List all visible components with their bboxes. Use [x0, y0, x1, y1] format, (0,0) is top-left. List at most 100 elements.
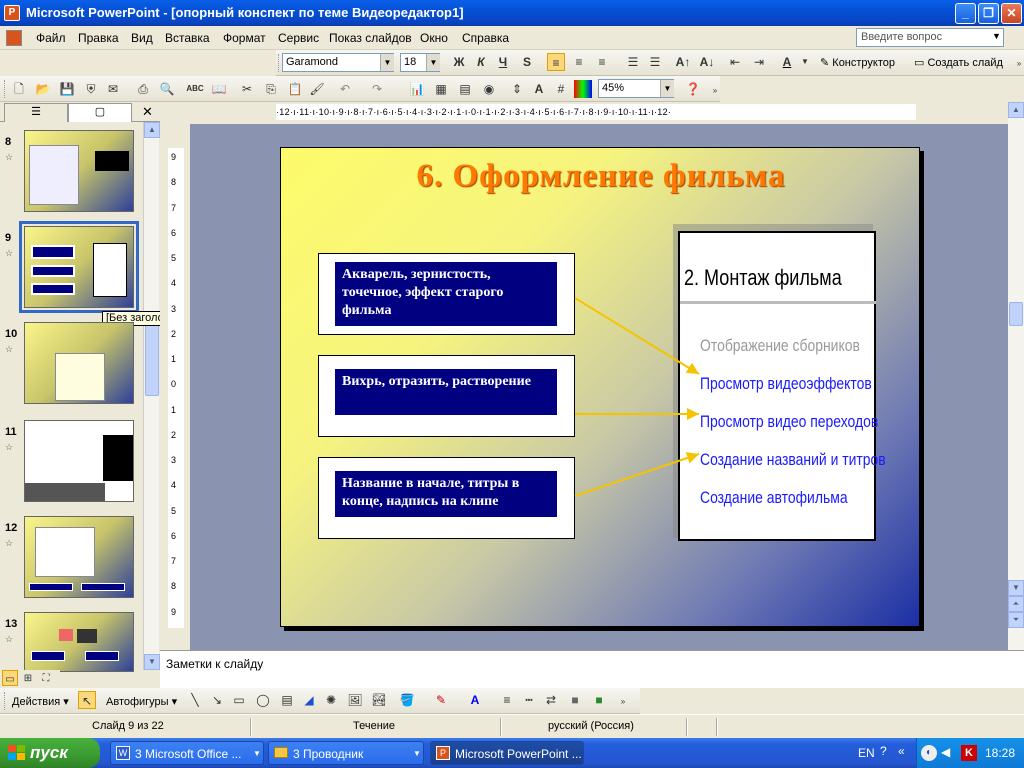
print-preview-icon[interactable]: 🔍: [158, 80, 176, 98]
tables-borders-icon[interactable]: ▤: [456, 80, 474, 98]
ask-dropdown-icon[interactable]: ▼: [992, 31, 1001, 41]
italic-button[interactable]: К: [472, 53, 490, 71]
menu-insert[interactable]: Вставка: [165, 31, 210, 45]
slide-canvas[interactable]: 6. Оформление фильма Акварель, зернистос…: [280, 147, 920, 627]
increase-font-icon[interactable]: A↑: [674, 53, 692, 71]
picture-icon[interactable]: 🏞: [370, 691, 388, 709]
powerpoint-app-icon[interactable]: P: [4, 5, 20, 21]
slide-thumbnail[interactable]: [24, 516, 134, 598]
help-tray-icon[interactable]: ?: [880, 744, 894, 760]
align-right-icon[interactable]: ≡: [593, 53, 611, 71]
taskbar-powerpoint[interactable]: P Microsoft PowerPoint ...: [430, 741, 584, 765]
menu-view[interactable]: Вид: [131, 31, 153, 45]
slideshow-icon[interactable]: ⛶: [38, 670, 54, 686]
dash-style-icon[interactable]: ┅: [520, 691, 538, 709]
new-slide-button[interactable]: ▭ Создать слайд: [914, 56, 1003, 69]
toolbar-grip[interactable]: [4, 80, 7, 98]
bold-button[interactable]: Ж: [450, 53, 468, 71]
save-icon[interactable]: 💾: [58, 80, 76, 98]
select-pointer-icon[interactable]: ↖: [78, 691, 96, 709]
menu-window[interactable]: Окно: [420, 31, 448, 45]
ask-question-input[interactable]: Введите вопрос: [856, 28, 1004, 47]
align-center-icon[interactable]: ≡: [570, 53, 588, 71]
menu-tools[interactable]: Сервис: [278, 31, 319, 45]
research-icon[interactable]: 📖: [210, 80, 228, 98]
next-slide-icon[interactable]: ⏷: [1008, 612, 1024, 628]
3d-style-icon[interactable]: ■: [590, 691, 608, 709]
oval-icon[interactable]: ◯: [254, 691, 272, 709]
increase-indent-icon[interactable]: ⇥: [750, 53, 768, 71]
help-icon[interactable]: ❓: [684, 80, 702, 98]
font-dropdown-icon[interactable]: ▼: [380, 54, 394, 71]
undo-icon[interactable]: ↶: [336, 80, 354, 98]
bullets-icon[interactable]: ☰: [646, 53, 664, 71]
toolbar-grip[interactable]: [4, 692, 7, 710]
shadow-style-icon[interactable]: ■: [566, 691, 584, 709]
menu-edit[interactable]: Правка: [78, 31, 119, 45]
slide-thumbnail-selected[interactable]: [19, 221, 139, 313]
align-left-icon[interactable]: ≡: [547, 53, 565, 71]
format-painter-icon[interactable]: 🖌: [308, 80, 326, 98]
font-color-icon[interactable]: A: [466, 691, 484, 709]
insert-diagram-icon[interactable]: ◉: [480, 80, 498, 98]
font-name-select[interactable]: Garamond: [282, 53, 394, 72]
decrease-indent-icon[interactable]: ⇤: [726, 53, 744, 71]
menu-help[interactable]: Справка: [462, 31, 509, 45]
actions-menu[interactable]: Действия ▾: [12, 695, 69, 708]
toolbar-grip[interactable]: [278, 54, 281, 72]
expand-tray-icon[interactable]: «: [898, 744, 912, 760]
tab-slides[interactable]: ▢: [68, 103, 132, 122]
toolbar-options-icon[interactable]: »: [614, 693, 632, 711]
underline-button[interactable]: Ч: [494, 53, 512, 71]
menu-slideshow[interactable]: Показ слайдов: [329, 31, 412, 45]
insert-table-icon[interactable]: ▦: [432, 80, 450, 98]
textbox-icon[interactable]: ▤: [278, 691, 296, 709]
document-icon[interactable]: [6, 30, 22, 46]
network-icon[interactable]: ◐: [921, 745, 937, 761]
scroll-up-icon[interactable]: ▲: [1008, 102, 1024, 118]
menu-file[interactable]: Файл: [36, 31, 66, 45]
line-icon[interactable]: ╲: [186, 691, 204, 709]
decrease-font-icon[interactable]: A↓: [698, 53, 716, 71]
close-pane-icon[interactable]: ✕: [142, 104, 153, 120]
minimize-button[interactable]: _: [955, 3, 976, 24]
designer-button[interactable]: ✎ Конструктор: [820, 56, 895, 69]
rectangle-icon[interactable]: ▭: [230, 691, 248, 709]
spelling-icon[interactable]: ABC: [186, 80, 204, 98]
scroll-thumb[interactable]: [1009, 302, 1023, 326]
font-color-button[interactable]: A: [778, 53, 796, 71]
previous-slide-icon[interactable]: ⏶: [1008, 596, 1024, 612]
sound-icon[interactable]: ◀: [941, 745, 957, 761]
clipart-icon[interactable]: 🖼: [346, 691, 364, 709]
tab-outline[interactable]: ☰: [4, 103, 68, 122]
line-color-icon[interactable]: ✎: [432, 691, 450, 709]
language-bar[interactable]: EN: [858, 746, 875, 760]
slide-thumbnail[interactable]: [24, 130, 134, 212]
shadow-button[interactable]: S: [518, 53, 536, 71]
show-grid-icon[interactable]: #: [552, 80, 570, 98]
normal-view-icon[interactable]: ▭: [2, 670, 18, 686]
restore-button[interactable]: ❐: [978, 3, 999, 24]
close-button[interactable]: ✕: [1001, 3, 1022, 24]
autoshapes-menu[interactable]: Автофигуры ▾: [106, 695, 177, 708]
horizontal-ruler[interactable]: ·12·ı·11·ı·10·ı·9·ı·8·ı·7·ı·6·ı·5·ı·4·ı·…: [276, 104, 916, 120]
slide-thumbnail[interactable]: [24, 322, 134, 404]
new-document-icon[interactable]: 🗋: [10, 80, 28, 98]
numbering-icon[interactable]: ☰: [624, 53, 642, 71]
font-color-dropdown-icon[interactable]: ▼: [796, 53, 814, 71]
line-style-icon[interactable]: ≡: [498, 691, 516, 709]
antivirus-icon[interactable]: K: [961, 745, 977, 761]
insert-chart-icon[interactable]: 📊: [408, 80, 426, 98]
size-dropdown-icon[interactable]: ▼: [426, 54, 440, 71]
toolbar-options-icon[interactable]: »: [1010, 55, 1024, 73]
toolbar-options-icon[interactable]: »: [706, 82, 724, 100]
permission-icon[interactable]: ⛨: [82, 80, 100, 98]
slide-sorter-icon[interactable]: ⊞: [20, 670, 36, 686]
taskbar-explorer-group[interactable]: 3 Проводник ▼: [268, 741, 424, 765]
show-formatting-icon[interactable]: A: [530, 80, 548, 98]
slide-scrollbar[interactable]: ▲ ▼ ⏶ ⏷: [1008, 102, 1024, 650]
email-icon[interactable]: ✉: [104, 80, 122, 98]
scroll-down-icon[interactable]: ▼: [144, 654, 160, 670]
menu-format[interactable]: Формат: [223, 31, 266, 45]
scroll-thumb[interactable]: [145, 320, 159, 396]
